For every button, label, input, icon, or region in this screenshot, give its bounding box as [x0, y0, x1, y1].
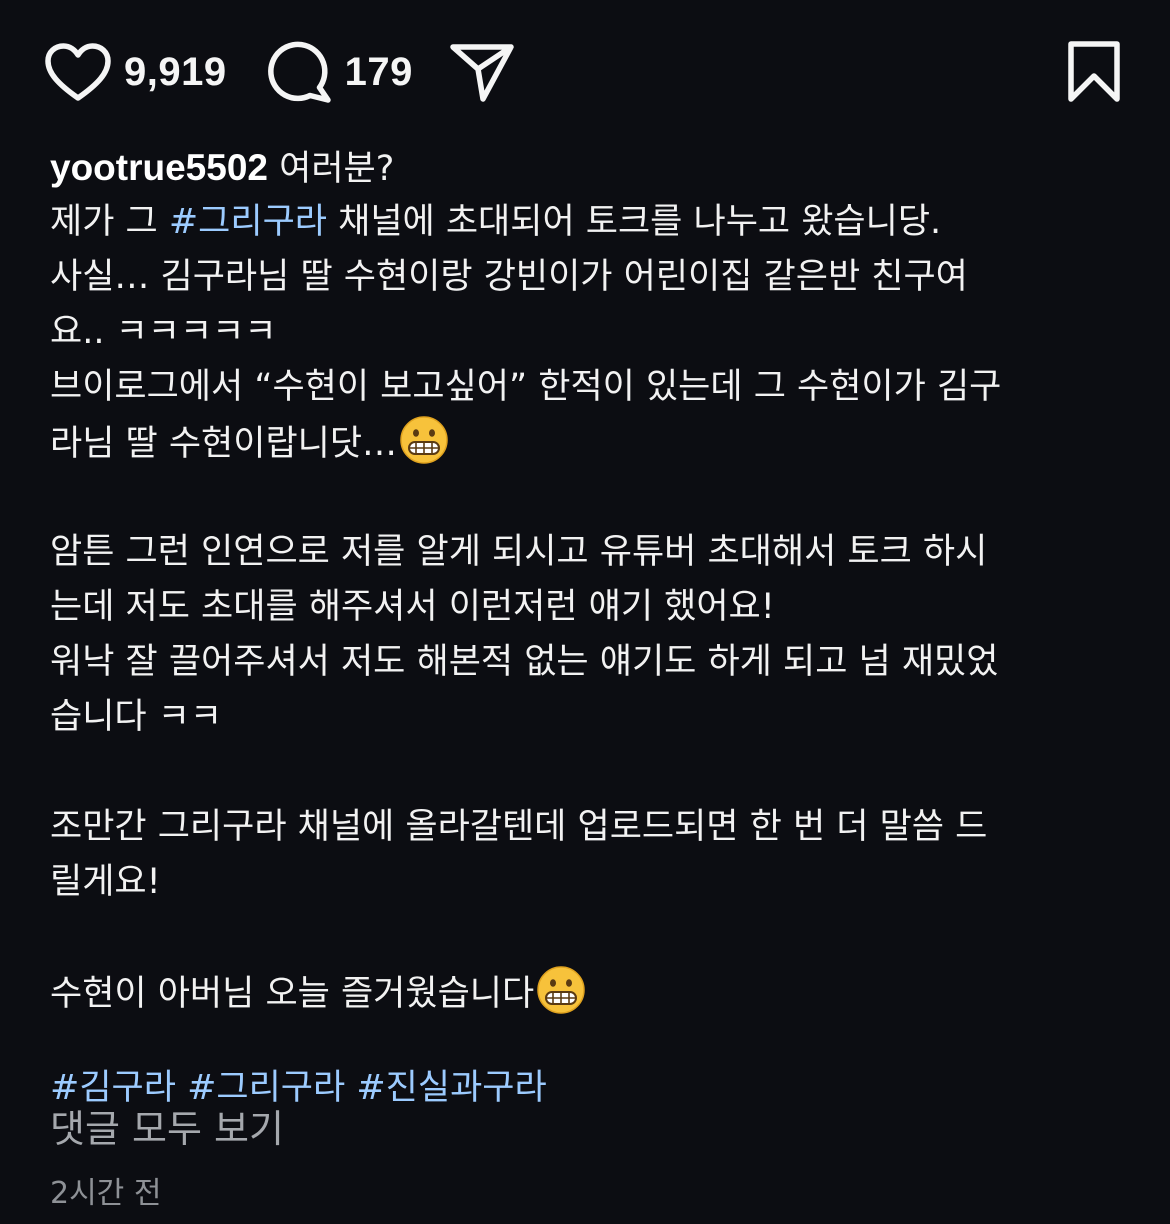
- grimacing-face-emoji-icon: [399, 415, 449, 465]
- comment-count: 179: [344, 49, 413, 94]
- share-button[interactable]: [449, 41, 515, 103]
- save-button[interactable]: [1066, 40, 1122, 104]
- hashtag-link[interactable]: #그리구라: [169, 202, 327, 242]
- comment-button[interactable]: 179: [267, 39, 413, 105]
- paper-plane-icon: [449, 41, 515, 103]
- caption-first-line: yootrue5502 여러분?: [50, 140, 1130, 195]
- comment-icon: [267, 39, 333, 105]
- grimacing-face-emoji-icon: [536, 965, 586, 1015]
- caption-line: 습니다 ㅋㅋ: [50, 697, 223, 737]
- caption-line: 암튼 그런 인연으로 저를 알게 되시고 유튜버 초대해서 토크 하시: [50, 532, 988, 572]
- username-link[interactable]: yootrue5502: [50, 147, 268, 188]
- caption-line: 는데 저도 초대를 해주셔서 이런저런 얘기 했어요!: [50, 587, 775, 627]
- caption-text: 채널에 초대되어 토크를 나누고 왔습니당.: [327, 202, 942, 242]
- caption-text: 제가 그: [50, 202, 169, 242]
- bookmark-icon: [1066, 40, 1122, 104]
- caption-line: 수현이 아버님 오늘 즐거웠습니다: [50, 965, 1130, 1020]
- caption-text: 여러분?: [268, 149, 395, 189]
- caption-text: 라님 딸 수현이랍니닷…: [50, 424, 398, 464]
- caption-line: 릴게요!: [50, 862, 161, 902]
- post-timestamp: 2시간 전: [50, 1176, 162, 1211]
- caption-line: 브이로그에서 “수현이 보고싶어” 한적이 있는데 그 수현이가 김구: [50, 367, 1002, 407]
- like-count: 9,919: [124, 49, 227, 94]
- caption-text: 수현이 아버님 오늘 즐거웠습니다: [50, 974, 535, 1014]
- like-button[interactable]: 9,919: [44, 42, 227, 102]
- caption-line: 워낙 잘 끌어주셔서 저도 해본적 없는 얘기도 하게 되고 넘 재밌었: [50, 642, 999, 682]
- caption-line: 제가 그 #그리구라 채널에 초대되어 토크를 나누고 왔습니당.: [50, 195, 1130, 250]
- post-caption: yootrue5502 여러분? 제가 그 #그리구라 채널에 초대되어 토크를…: [50, 140, 1130, 1116]
- caption-line: 요.. ㅋㅋㅋㅋㅋ: [50, 312, 277, 352]
- caption-line: 라님 딸 수현이랍니닷…: [50, 415, 1130, 470]
- hashtag-link[interactable]: #진실과구라: [356, 1068, 546, 1108]
- caption-line: 사실… 김구라님 딸 수현이랑 강빈이가 어린이집 같은반 친구여: [50, 257, 968, 297]
- caption-line: 조만간 그리구라 채널에 올라갈텐데 업로드되면 한 번 더 말씀 드: [50, 807, 988, 847]
- heart-icon: [44, 42, 112, 102]
- post-action-bar: 9,919 179: [44, 32, 1122, 112]
- view-all-comments-link[interactable]: 댓글 모두 보기: [50, 1098, 284, 1153]
